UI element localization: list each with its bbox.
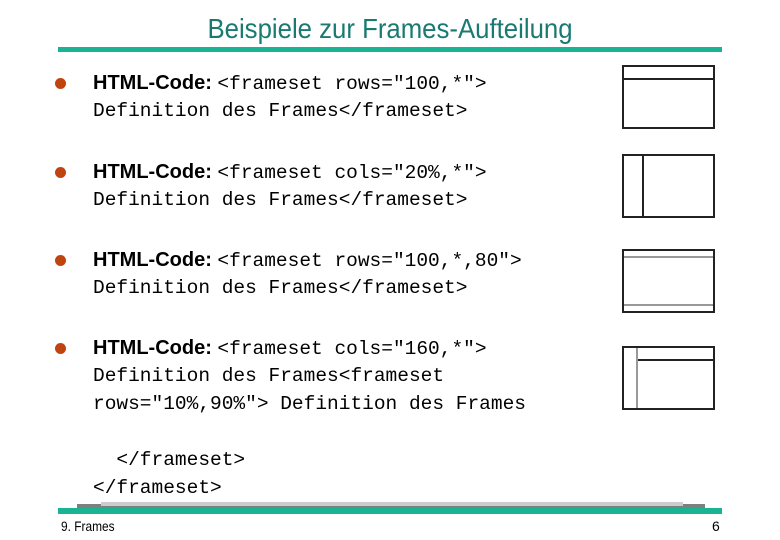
item-label: HTML-Code: — [93, 337, 212, 359]
frame-divider — [636, 348, 638, 408]
item-continuation: rows="10%,90%"> Definition des Frames — [93, 393, 526, 415]
footer-page-number: 6 — [712, 518, 720, 534]
slide-title: Beispiele zur Frames-Aufteilung — [207, 13, 573, 44]
item-code-line: HTML-Code: <frameset rows="100,*,80"> — [93, 246, 522, 275]
frame-divider — [624, 256, 713, 258]
bullet-icon — [55, 343, 66, 354]
item-code: <frameset cols="160,*"> — [217, 338, 487, 360]
item-code: <frameset rows="100,*"> — [217, 73, 487, 95]
frame-divider — [642, 156, 644, 216]
item-continuation: </frameset> — [93, 477, 222, 499]
bullet-icon — [55, 255, 66, 266]
frame-diagram-cols-160-star-nested-rows — [622, 346, 715, 410]
frame-divider — [624, 304, 713, 306]
frame-divider — [638, 359, 713, 361]
frame-divider — [624, 78, 713, 80]
item-continuation: Definition des Frames</frameset> — [93, 189, 468, 211]
footer-highlight-bar — [101, 502, 683, 506]
frame-diagram-rows-100-star-80 — [622, 249, 715, 313]
bullet-icon — [55, 167, 66, 178]
item-label: HTML-Code: — [93, 161, 212, 183]
item-continuation: Definition des Frames</frameset> — [93, 100, 468, 122]
item-code-line: HTML-Code: <frameset cols="20%,*"> — [93, 158, 487, 187]
title-divider — [58, 47, 722, 52]
item-code-line: HTML-Code: <frameset cols="160,*"> — [93, 334, 487, 363]
item-code-line: HTML-Code: <frameset rows="100,*"> — [93, 69, 487, 98]
bullet-icon — [55, 78, 66, 89]
item-label: HTML-Code: — [93, 72, 212, 94]
item-continuation: Definition des Frames<frameset — [93, 365, 445, 387]
item-code: <frameset cols="20%,*"> — [217, 162, 487, 184]
item-code: <frameset rows="100,*,80"> — [217, 250, 522, 272]
item-continuation: Definition des Frames</frameset> — [93, 277, 468, 299]
footer-divider — [58, 508, 722, 514]
frame-diagram-cols-20pct-star — [622, 154, 715, 218]
item-label: HTML-Code: — [93, 249, 212, 271]
frame-diagram-rows-100-star — [622, 65, 715, 129]
item-continuation: </frameset> — [93, 449, 246, 471]
footer-chapter: 9. Frames — [61, 518, 115, 534]
